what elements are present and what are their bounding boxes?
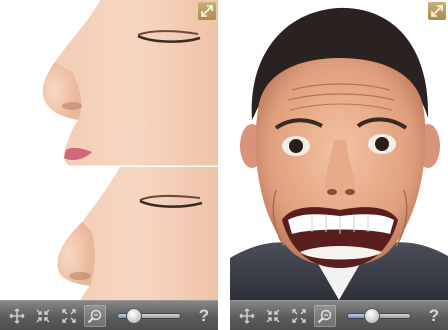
zoom-tool-button[interactable] xyxy=(84,305,106,327)
nose-comparison-photo[interactable] xyxy=(0,0,218,300)
fullscreen-button[interactable] xyxy=(198,2,216,20)
right-screen: ? xyxy=(230,0,448,330)
expand-tool-button[interactable] xyxy=(288,305,310,327)
pinch-tool-button[interactable] xyxy=(262,305,284,327)
left-screen: ? xyxy=(0,0,218,330)
expand-arrows-icon xyxy=(201,5,213,17)
face-distortion-photo[interactable] xyxy=(230,0,448,300)
slider-thumb[interactable] xyxy=(363,308,380,324)
move-tool-button[interactable] xyxy=(236,305,258,327)
move-icon xyxy=(239,308,255,324)
pinch-icon xyxy=(36,309,50,323)
slider-thumb[interactable] xyxy=(125,308,142,324)
zoom-icon xyxy=(317,309,332,324)
help-button[interactable]: ? xyxy=(426,306,442,326)
strength-slider[interactable] xyxy=(347,308,411,324)
fullscreen-button[interactable] xyxy=(428,2,446,20)
pinch-tool-button[interactable] xyxy=(32,305,54,327)
expand-arrows-icon xyxy=(431,5,443,17)
move-tool-button[interactable] xyxy=(6,305,28,327)
bottom-toolbar: ? xyxy=(230,300,448,330)
strength-slider[interactable] xyxy=(117,308,181,324)
expand-icon xyxy=(292,309,306,323)
pinch-icon xyxy=(266,309,280,323)
move-icon xyxy=(9,308,25,324)
zoom-icon xyxy=(87,309,102,324)
expand-icon xyxy=(62,309,76,323)
help-button[interactable]: ? xyxy=(196,306,212,326)
expand-tool-button[interactable] xyxy=(58,305,80,327)
zoom-tool-button[interactable] xyxy=(314,305,336,327)
bottom-toolbar: ? xyxy=(0,300,218,330)
